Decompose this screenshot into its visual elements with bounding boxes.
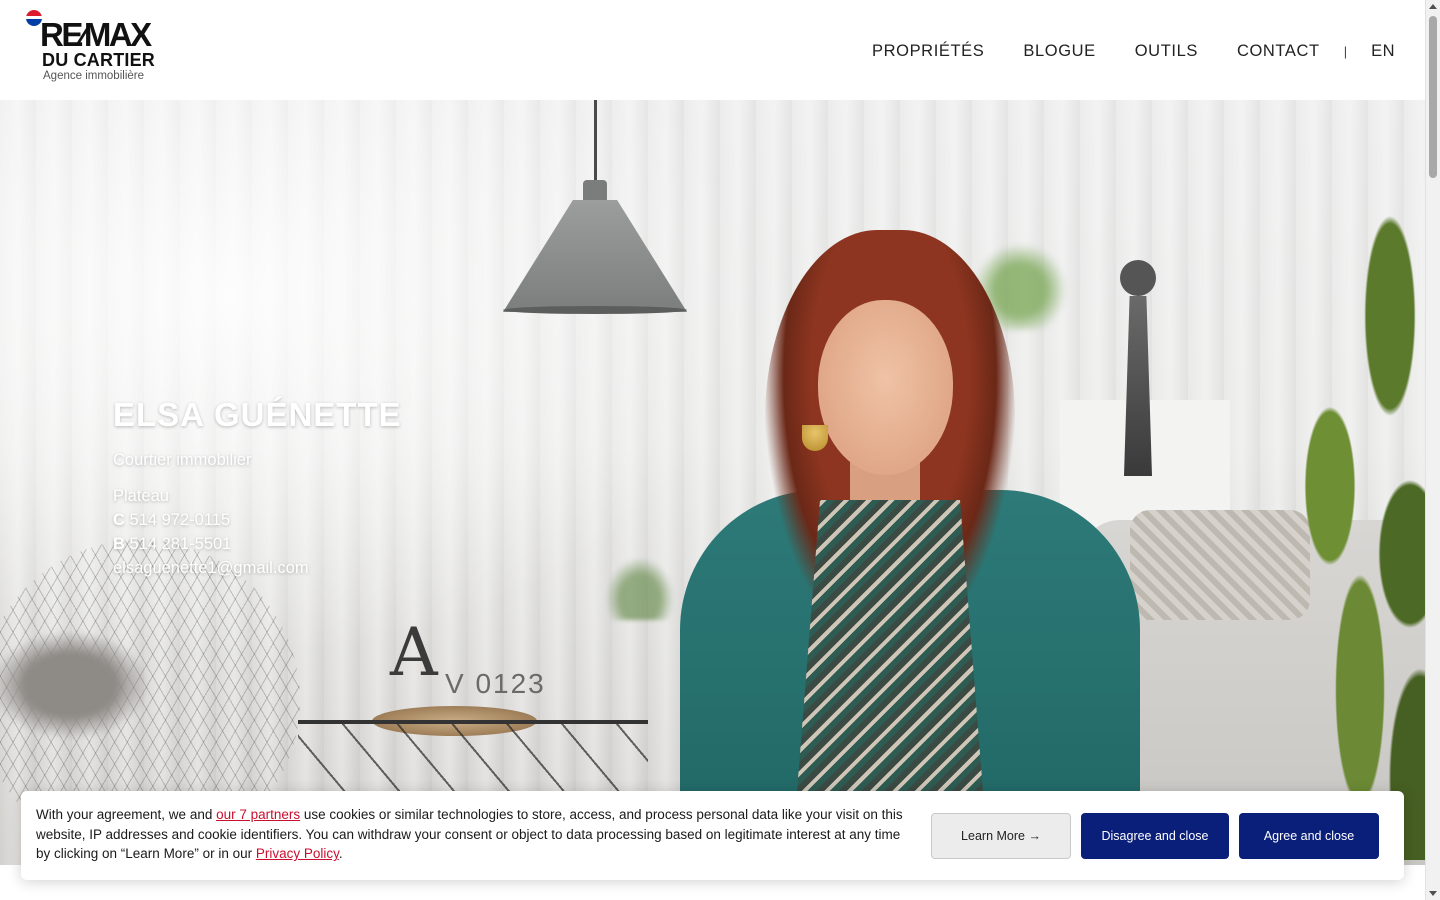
pendant-lamp-cord bbox=[594, 100, 597, 185]
nav-contact[interactable]: CONTACT bbox=[1237, 40, 1320, 62]
scroll-down-arrow-icon[interactable] bbox=[1429, 891, 1437, 896]
agent-area: Plateau bbox=[113, 487, 169, 505]
fiddle-leaf-plant bbox=[1250, 180, 1425, 860]
office-prefix: B bbox=[113, 535, 125, 553]
earring bbox=[802, 425, 828, 451]
face bbox=[818, 300, 953, 475]
cookie-consent-banner: With your agreement, we and our 7 partne… bbox=[21, 791, 1404, 880]
office-number: 514 281-5501 bbox=[129, 535, 232, 553]
nav-outils[interactable]: OUTILS bbox=[1135, 40, 1198, 62]
pendant-lamp-cap bbox=[583, 180, 607, 202]
small-potted-plant bbox=[600, 550, 680, 620]
agent-office-phone[interactable]: B 514 281-5501 bbox=[113, 532, 402, 556]
agent-info: ELSA GUÉNETTE Courtier immobilier Platea… bbox=[113, 396, 402, 580]
disagree-and-close-button[interactable]: Disagree and close bbox=[1081, 813, 1229, 859]
nav-proprietes[interactable]: PROPRIÉTÉS bbox=[872, 40, 984, 62]
language-switch[interactable]: EN bbox=[1371, 40, 1395, 62]
nav-separator: | bbox=[1343, 43, 1348, 59]
partners-link[interactable]: our 7 partners bbox=[216, 807, 300, 822]
logo-brand: RE⁄MAX bbox=[40, 16, 152, 53]
scrollbar-thumb[interactable] bbox=[1429, 16, 1437, 178]
agent-cell-phone[interactable]: C 514 972-0115 bbox=[113, 508, 402, 532]
agent-name: ELSA GUÉNETTE bbox=[113, 396, 402, 433]
agent-photo bbox=[670, 230, 1150, 865]
cookie-text-end: . bbox=[338, 846, 343, 861]
agree-and-close-button[interactable]: Agree and close bbox=[1239, 813, 1379, 859]
site-header: RE⁄MAX DU CARTIER Agence immobilière PRO… bbox=[0, 0, 1425, 100]
cell-prefix: C bbox=[113, 511, 125, 529]
learn-more-button[interactable]: Learn More → bbox=[931, 813, 1071, 859]
pendant-lamp-rim bbox=[503, 306, 687, 314]
logo-office: DU CARTIER bbox=[42, 50, 155, 70]
decor-letters-small: V 0123 bbox=[445, 668, 546, 699]
decor-letter-a: A bbox=[390, 614, 438, 691]
main-nav: PROPRIÉTÉS BLOGUE OUTILS CONTACT | EN bbox=[833, 40, 1395, 62]
nav-blogue[interactable]: BLOGUE bbox=[1023, 40, 1095, 62]
agent-title: Courtier immobilier bbox=[113, 451, 252, 469]
cookie-text-start: With your agreement, we and bbox=[36, 807, 217, 822]
page-scrollbar[interactable] bbox=[1425, 0, 1440, 900]
logo-tagline: Agence immobilière bbox=[43, 70, 144, 82]
agent-email[interactable]: elsaguenette1@gmail.com bbox=[113, 556, 402, 580]
fur-cushion bbox=[0, 630, 150, 740]
privacy-policy-link[interactable]: Privacy Policy bbox=[256, 846, 339, 861]
cell-number: 514 972-0115 bbox=[129, 511, 231, 529]
scroll-up-arrow-icon[interactable] bbox=[1429, 4, 1437, 9]
remax-du-cartier-logo[interactable]: RE⁄MAX DU CARTIER Agence immobilière bbox=[26, 10, 166, 86]
cookie-text: With your agreement, we and our 7 partne… bbox=[36, 805, 906, 864]
